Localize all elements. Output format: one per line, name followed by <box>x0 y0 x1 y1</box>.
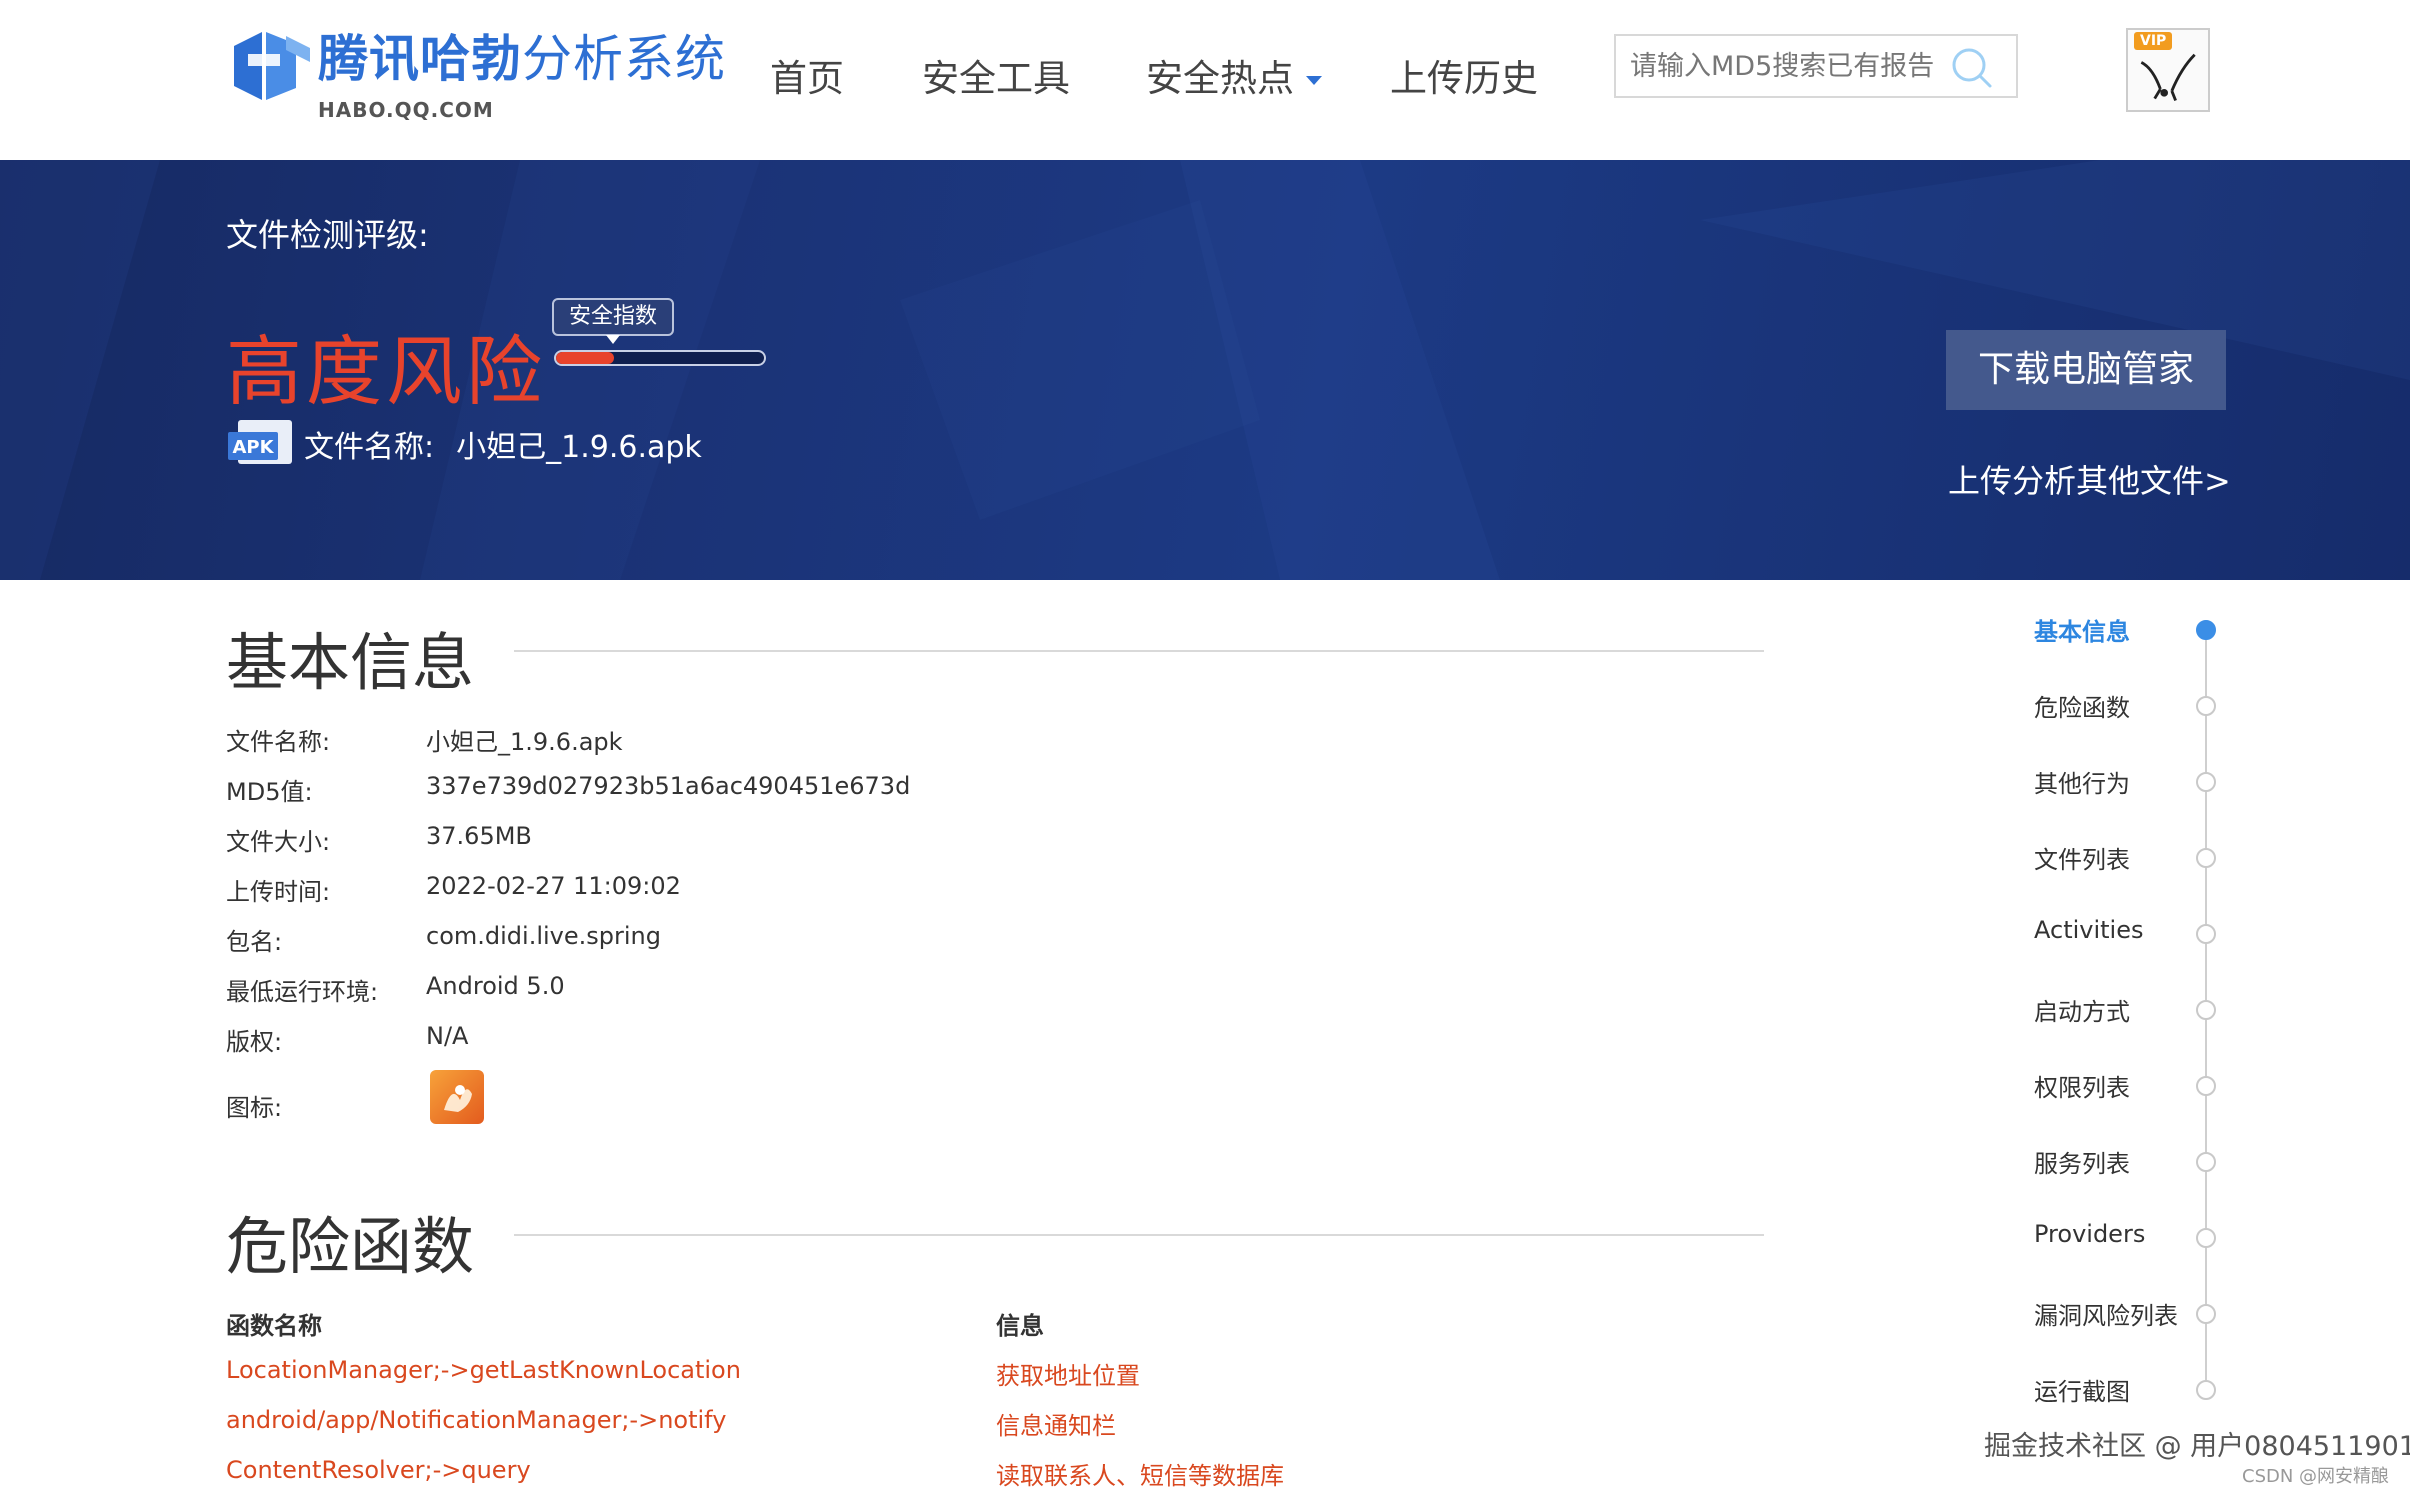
side-nav-dot[interactable] <box>2196 1152 2216 1172</box>
logo-subtitle: HABO.QQ.COM <box>318 98 494 122</box>
side-nav-other-behavior[interactable]: 其他行为 <box>2034 764 2130 799</box>
habo-logo-icon <box>234 32 310 100</box>
danger-func-name[interactable]: LocationManager;->getLastKnownLocation <box>226 1356 741 1384</box>
side-nav-activities[interactable]: Activities <box>2034 916 2144 944</box>
app-icon-figure <box>444 1085 472 1112</box>
side-nav-file-list[interactable]: 文件列表 <box>2034 840 2130 875</box>
side-nav-screenshots[interactable]: 运行截图 <box>2034 1372 2130 1407</box>
nav-security-tools[interactable]: 安全工具 <box>922 48 1070 102</box>
grade-label: 文件检测评级: <box>226 216 429 254</box>
side-nav-dot[interactable] <box>2196 772 2216 792</box>
banner-file-name-label: 文件名称: <box>304 430 435 465</box>
side-nav-service-list[interactable]: 服务列表 <box>2034 1144 2130 1179</box>
side-nav-dot[interactable] <box>2196 848 2216 868</box>
side-nav-launch-mode[interactable]: 启动方式 <box>2034 992 2130 1027</box>
safety-index-fill <box>556 352 615 364</box>
section-title-danger-funcs: 危险函数 <box>226 1210 475 1283</box>
banner-file-name-value: 小妲己_1.9.6.apk <box>456 430 702 465</box>
side-nav-basic-info[interactable]: 基本信息 <box>2034 612 2130 647</box>
danger-func-name[interactable]: android/app/NotificationManager;->notify <box>226 1406 726 1434</box>
banner-file-name: 文件名称: 小妲己_1.9.6.apk <box>304 422 702 466</box>
safety-index-tag: 安全指数 <box>552 298 674 344</box>
safety-index-bar <box>554 350 766 366</box>
caret-down-icon <box>1306 76 1322 85</box>
watermark-juejin: 掘金技术社区 @ 用户08045119012 <box>1984 1431 2410 1462</box>
top-header: 腾讯哈勃分析系统 HABO.QQ.COM 首页 安全工具 安全热点 上传历史 V… <box>0 0 2410 160</box>
column-header-info: 信息 <box>996 1312 1044 1340</box>
logo-title: 腾讯哈勃分析系统 <box>318 30 726 88</box>
side-nav-dot[interactable] <box>2196 1380 2216 1400</box>
danger-func-name[interactable]: ContentResolver;->query <box>226 1456 531 1484</box>
result-banner: 文件检测评级: 高度风险 安全指数 APK 文件名称: 小妲己_1.9.6.apk… <box>0 160 2410 580</box>
side-nav-permission-list[interactable]: 权限列表 <box>2034 1068 2130 1103</box>
watermark-csdn: CSDN @网安精酿 <box>2242 1466 2390 1487</box>
nav-home[interactable]: 首页 <box>770 48 844 102</box>
side-nav-danger-funcs[interactable]: 危险函数 <box>2034 688 2130 723</box>
side-nav-dot[interactable] <box>2196 696 2216 716</box>
side-nav-dot-active[interactable] <box>2196 620 2216 640</box>
side-nav-dot[interactable] <box>2196 1000 2216 1020</box>
danger-func-info[interactable]: 信息通知栏 <box>996 1406 1116 1441</box>
danger-func-info[interactable]: 获取地址位置 <box>996 1356 1140 1391</box>
side-nav-providers[interactable]: Providers <box>2034 1220 2145 1248</box>
side-nav-vuln-list[interactable]: 漏洞风险列表 <box>2034 1296 2178 1331</box>
apk-icon-label: APK <box>232 437 274 458</box>
section-title-basic-info: 基本信息 <box>226 626 475 699</box>
user-avatar[interactable]: VIP <box>2126 28 2210 112</box>
md5-search-input[interactable] <box>1616 36 1946 96</box>
app-icon <box>430 1070 484 1124</box>
danger-func-info[interactable]: 读取联系人、短信等数据库 <box>996 1456 1284 1491</box>
risk-level: 高度风险 <box>226 327 546 416</box>
md5-search-box <box>1614 34 2018 98</box>
search-icon[interactable] <box>1950 46 1994 90</box>
apk-file-icon: APK <box>228 420 292 464</box>
nav-security-hotspots-label: 安全热点 <box>1146 57 1294 100</box>
upload-other-file-link[interactable]: 上传分析其他文件> <box>1948 456 2231 502</box>
avatar-figure-icon <box>2140 53 2196 102</box>
section-divider <box>514 1234 1764 1236</box>
download-pc-manager-button[interactable]: 下载电脑管家 <box>1946 330 2226 410</box>
nav-upload-history[interactable]: 上传历史 <box>1390 48 1538 102</box>
nav-security-hotspots[interactable]: 安全热点 <box>1146 48 1322 102</box>
habo-logo[interactable]: 腾讯哈勃分析系统 HABO.QQ.COM <box>226 22 725 126</box>
side-nav-dot[interactable] <box>2196 1228 2216 1248</box>
side-nav-dot[interactable] <box>2196 1076 2216 1096</box>
side-nav-dot[interactable] <box>2196 924 2216 944</box>
side-nav-dot[interactable] <box>2196 1304 2216 1324</box>
column-header-function-name: 函数名称 <box>226 1312 322 1340</box>
section-divider <box>514 650 1764 652</box>
